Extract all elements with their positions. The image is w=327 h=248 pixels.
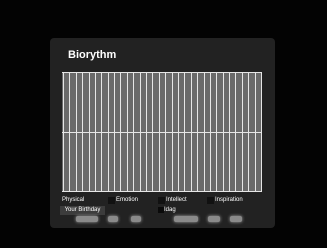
panel-title: Biorythm <box>68 49 117 61</box>
day-button[interactable] <box>76 216 98 222</box>
ok-button[interactable] <box>174 216 198 222</box>
legend-intellect[interactable]: Intellect <box>166 196 187 205</box>
next-button[interactable] <box>230 216 242 222</box>
legend-physical-label: Physical <box>62 197 85 203</box>
legend-inspiration[interactable]: Inspiration <box>215 196 243 205</box>
month-button[interactable] <box>108 216 118 222</box>
legend-intellect-label: Intellect <box>166 197 187 203</box>
today-label: Idag <box>164 207 176 213</box>
intellect-swatch <box>207 197 214 204</box>
legend-emotion-label: Emotion <box>116 197 139 203</box>
prev-button[interactable] <box>208 216 220 222</box>
emotion-swatch <box>158 197 165 204</box>
birthday-button[interactable]: Your Birthday <box>60 206 105 215</box>
legend-physical[interactable]: Physical <box>62 196 84 205</box>
legend: Physical Emotion Intellect Inspiration <box>60 196 267 205</box>
physical-swatch <box>108 197 115 204</box>
legend-inspiration-label: Inspiration <box>215 197 243 203</box>
biorythm-graph <box>62 72 262 192</box>
legend-emotion[interactable]: Emotion <box>116 196 138 205</box>
year-button[interactable] <box>131 216 141 222</box>
graph-grid <box>62 72 262 192</box>
